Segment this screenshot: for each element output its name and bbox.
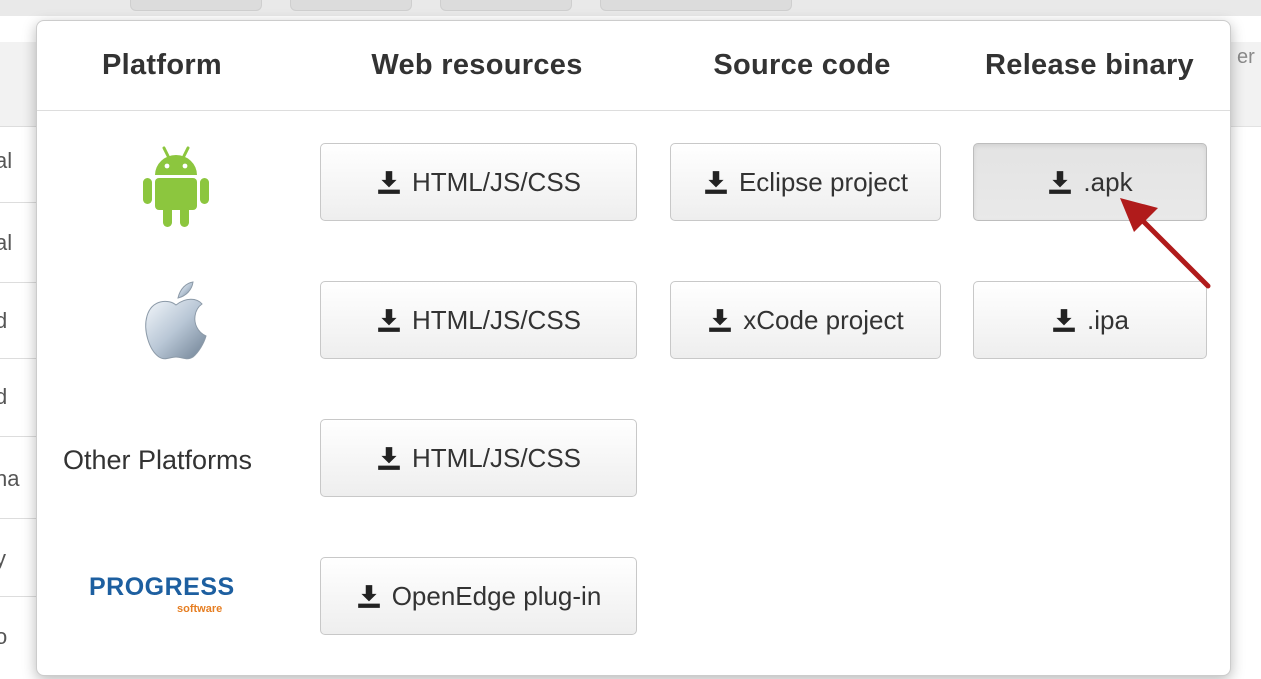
ios-web-resources-button[interactable]: HTML/JS/CSS <box>320 281 637 359</box>
other-web-resources-button[interactable]: HTML/JS/CSS <box>320 419 637 497</box>
apple-icon <box>145 281 207 360</box>
background-tab <box>440 0 572 11</box>
android-source-code-button[interactable]: Eclipse project <box>670 143 941 221</box>
divider <box>0 126 36 127</box>
header-platform: Platform <box>101 49 223 81</box>
header-divider <box>37 110 1230 111</box>
background-tab <box>290 0 412 11</box>
progress-software-logo: PROGRESS software <box>89 573 259 615</box>
divider <box>0 596 36 597</box>
download-popover: Platform Web resources Source code Relea… <box>36 20 1231 676</box>
download-icon <box>709 309 732 332</box>
android-release-binary-button[interactable]: .apk <box>973 143 1207 221</box>
background-row-fragment: al <box>0 230 13 255</box>
background-row-fragment: d <box>0 384 8 409</box>
header-release-binary: Release binary <box>985 49 1194 81</box>
background-row-fragment: y <box>0 546 6 571</box>
other-platforms-label: Other Platforms <box>63 445 253 475</box>
button-label: OpenEdge plug-in <box>391 580 602 611</box>
background-tab <box>130 0 262 11</box>
button-label: .ipa <box>1087 304 1129 335</box>
background-left-column: al al d d na y o <box>0 126 36 679</box>
divider <box>0 282 36 283</box>
background-row-fragment: d <box>0 308 8 333</box>
background-row-fragment: al <box>0 148 13 173</box>
download-icon <box>378 309 400 332</box>
button-label: HTML/JS/CSS <box>411 442 582 473</box>
ios-release-binary-button[interactable]: .ipa <box>973 281 1207 359</box>
progress-logo-text: PROGRESS <box>89 573 235 601</box>
android-web-resources-button[interactable]: HTML/JS/CSS <box>320 143 637 221</box>
openedge-plugin-button[interactable]: OpenEdge plug-in <box>320 557 637 635</box>
header-web-resources: Web resources <box>371 49 583 81</box>
download-icon <box>705 171 727 194</box>
button-label: HTML/JS/CSS <box>411 166 582 197</box>
divider <box>0 518 36 519</box>
download-icon <box>357 585 380 608</box>
button-label: .apk <box>1083 166 1133 197</box>
download-icon <box>1053 309 1075 332</box>
background-header-fragment: er <box>1237 46 1255 68</box>
button-label: HTML/JS/CSS <box>411 304 582 335</box>
button-label: Eclipse project <box>738 166 909 197</box>
background-row-fragment: na <box>0 466 20 491</box>
android-icon <box>143 146 209 227</box>
background-row-fragment: o <box>0 624 8 649</box>
divider <box>0 436 36 437</box>
progress-logo-subtext: software <box>177 603 223 615</box>
button-label: xCode project <box>743 304 904 335</box>
download-icon <box>378 171 400 194</box>
download-icon <box>1049 171 1072 194</box>
header-source-code: Source code <box>713 49 891 81</box>
divider <box>0 358 36 359</box>
download-icon <box>378 447 400 470</box>
ios-source-code-button[interactable]: xCode project <box>670 281 941 359</box>
divider <box>0 202 36 203</box>
background-tab <box>600 0 792 11</box>
